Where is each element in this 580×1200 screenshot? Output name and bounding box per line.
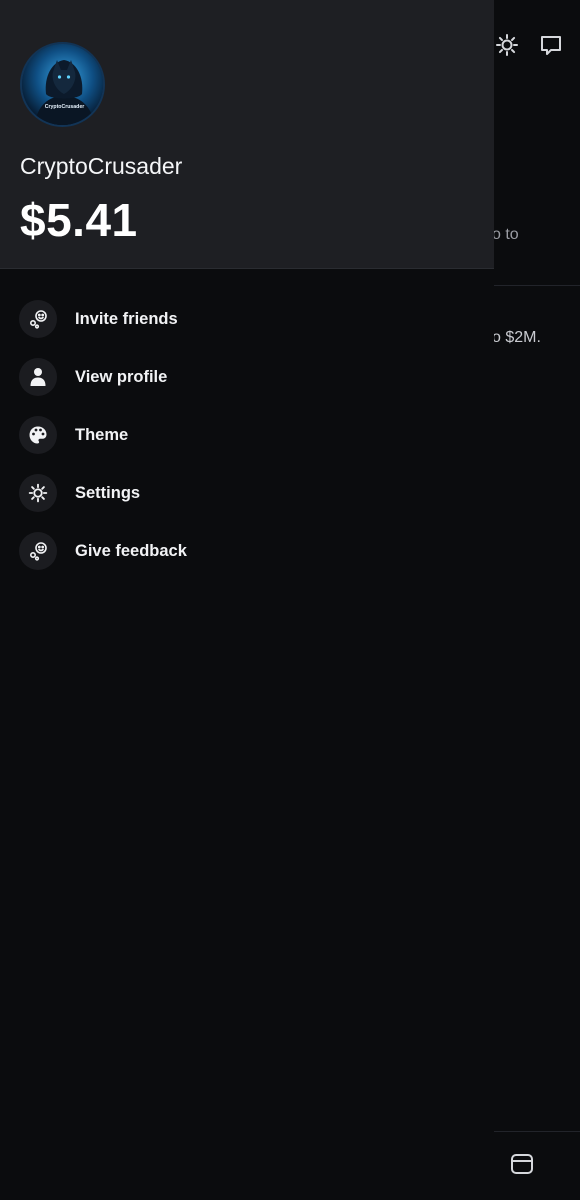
bottom-bar-divider: [494, 1131, 580, 1132]
person-icon: [19, 358, 57, 396]
settings-icon[interactable]: [492, 30, 522, 60]
tab-icon[interactable]: [508, 1150, 536, 1178]
avatar-caption: CryptoCrusader: [45, 104, 85, 110]
menu-item-label: View profile: [75, 367, 168, 386]
feedback-icon: [19, 532, 57, 570]
menu-item-settings[interactable]: Settings: [0, 464, 494, 522]
menu-item-label: Settings: [75, 483, 141, 502]
background-text-1: o to: [492, 226, 519, 243]
top-right-actions: [492, 30, 566, 60]
menu-item-label: Give feedback: [75, 541, 187, 560]
avatar[interactable]: CryptoCrusader: [20, 42, 105, 127]
drawer-menu: Invite friends View profile Theme Settin…: [0, 290, 494, 580]
menu-item-view-profile[interactable]: View profile: [0, 348, 494, 406]
chat-icon[interactable]: [536, 30, 566, 60]
drawer-header: CryptoCrusader CryptoCrusader $5.41: [0, 0, 494, 269]
menu-item-label: Invite friends: [75, 309, 178, 328]
background-text-2: o $2M.: [492, 329, 541, 346]
menu-item-theme[interactable]: Theme: [0, 406, 494, 464]
palette-icon: [19, 416, 57, 454]
menu-item-label: Theme: [75, 425, 129, 444]
invite-friends-icon: [19, 300, 57, 338]
gear-icon: [19, 474, 57, 512]
background-divider: [494, 285, 580, 286]
balance: $5.41: [20, 194, 138, 246]
username: CryptoCrusader: [20, 153, 183, 179]
menu-item-invite-friends[interactable]: Invite friends: [0, 290, 494, 348]
menu-item-give-feedback[interactable]: Give feedback: [0, 522, 494, 580]
navigation-drawer: CryptoCrusader CryptoCrusader $5.41 Invi…: [0, 0, 494, 1200]
